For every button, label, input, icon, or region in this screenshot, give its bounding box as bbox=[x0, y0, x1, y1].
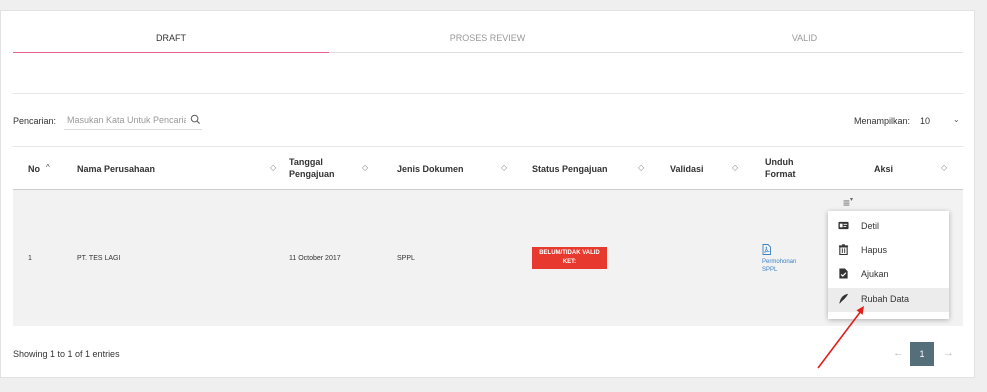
table-row bbox=[13, 190, 963, 326]
menu-item-rubah-data[interactable]: Rubah Data bbox=[828, 288, 949, 312]
sort-icon[interactable]: ◇ bbox=[732, 163, 738, 172]
header-top-divider bbox=[13, 146, 963, 147]
action-dropdown-menu: Detil Hapus Ajukan Rubah Data bbox=[828, 211, 949, 319]
sort-icon[interactable]: ◇ bbox=[270, 163, 276, 172]
column-header-jenis-dokumen[interactable]: Jenis Dokumen bbox=[397, 163, 464, 175]
download-link-line2[interactable]: SPPL bbox=[762, 266, 796, 274]
tab-bar: DRAFT PROSES REVIEW VALID bbox=[13, 24, 963, 53]
sort-icon[interactable]: ◇ bbox=[941, 163, 947, 172]
menu-item-label: Detil bbox=[861, 221, 880, 231]
search-icon[interactable] bbox=[190, 114, 201, 125]
cell-company: PT. TES LAGI bbox=[77, 255, 121, 262]
sort-icon[interactable]: ◇ bbox=[362, 163, 368, 172]
action-menu-button[interactable]: ≡▾ bbox=[843, 196, 853, 210]
cell-date: 11 October 2017 bbox=[289, 255, 341, 262]
page-size-label: Menampilkan: bbox=[854, 116, 911, 126]
menu-item-detil[interactable]: Detil bbox=[828, 215, 949, 239]
tab-proses-review[interactable]: PROSES REVIEW bbox=[329, 24, 646, 52]
column-header-aksi[interactable]: Aksi bbox=[874, 163, 893, 175]
cell-no: 1 bbox=[28, 255, 32, 262]
column-header-no[interactable]: No bbox=[28, 163, 40, 175]
column-header-tanggal-pengajuan[interactable]: Tanggal Pengajuan bbox=[289, 156, 335, 180]
tab-draft[interactable]: DRAFT bbox=[13, 24, 329, 53]
page-size-select[interactable]: 10 bbox=[920, 116, 930, 126]
submit-file-icon bbox=[839, 268, 848, 279]
download-link[interactable]: Permohonan SPPL bbox=[762, 244, 796, 274]
feather-icon bbox=[839, 293, 849, 304]
pdf-icon[interactable] bbox=[762, 244, 771, 255]
pagination-prev-button[interactable]: ← bbox=[893, 347, 904, 359]
section-divider bbox=[13, 93, 963, 94]
pagination-page-button[interactable]: 1 bbox=[910, 342, 934, 366]
status-badge-line2: KET: bbox=[562, 259, 577, 265]
download-link-line1[interactable]: Permohonan bbox=[762, 258, 796, 266]
menu-item-hapus[interactable]: Hapus bbox=[828, 239, 949, 263]
sort-icon[interactable]: ◇ bbox=[501, 163, 507, 172]
column-header-nama-perusahaan[interactable]: Nama Perusahaan bbox=[77, 163, 155, 175]
menu-item-label: Ajukan bbox=[861, 269, 889, 279]
trash-icon bbox=[838, 244, 849, 255]
status-badge-line1: BELUM/TIDAK VALID bbox=[539, 250, 600, 256]
pagination-next-button[interactable]: → bbox=[943, 347, 954, 359]
sort-icon[interactable]: ◇ bbox=[638, 163, 644, 172]
sort-asc-icon[interactable]: ^ bbox=[46, 163, 50, 172]
search-label: Pencarian: bbox=[13, 116, 57, 126]
status-badge: BELUM/TIDAK VALID KET: bbox=[532, 247, 607, 269]
menu-item-ajukan[interactable]: Ajukan bbox=[828, 263, 949, 287]
menu-item-label: Rubah Data bbox=[861, 294, 910, 304]
column-header-validasi[interactable]: Validasi bbox=[670, 163, 704, 175]
chevron-down-icon[interactable]: ⌄ bbox=[953, 115, 960, 124]
menu-item-label: Hapus bbox=[861, 245, 888, 255]
entries-info: Showing 1 to 1 of 1 entries bbox=[13, 349, 120, 359]
tab-valid[interactable]: VALID bbox=[646, 24, 963, 52]
search-input[interactable] bbox=[64, 110, 202, 130]
column-header-unduh-format[interactable]: Unduh Format bbox=[765, 156, 803, 180]
id-card-icon bbox=[838, 221, 849, 230]
cell-doc-type: SPPL bbox=[397, 255, 415, 262]
column-header-status-pengajuan[interactable]: Status Pengajuan bbox=[532, 163, 608, 175]
